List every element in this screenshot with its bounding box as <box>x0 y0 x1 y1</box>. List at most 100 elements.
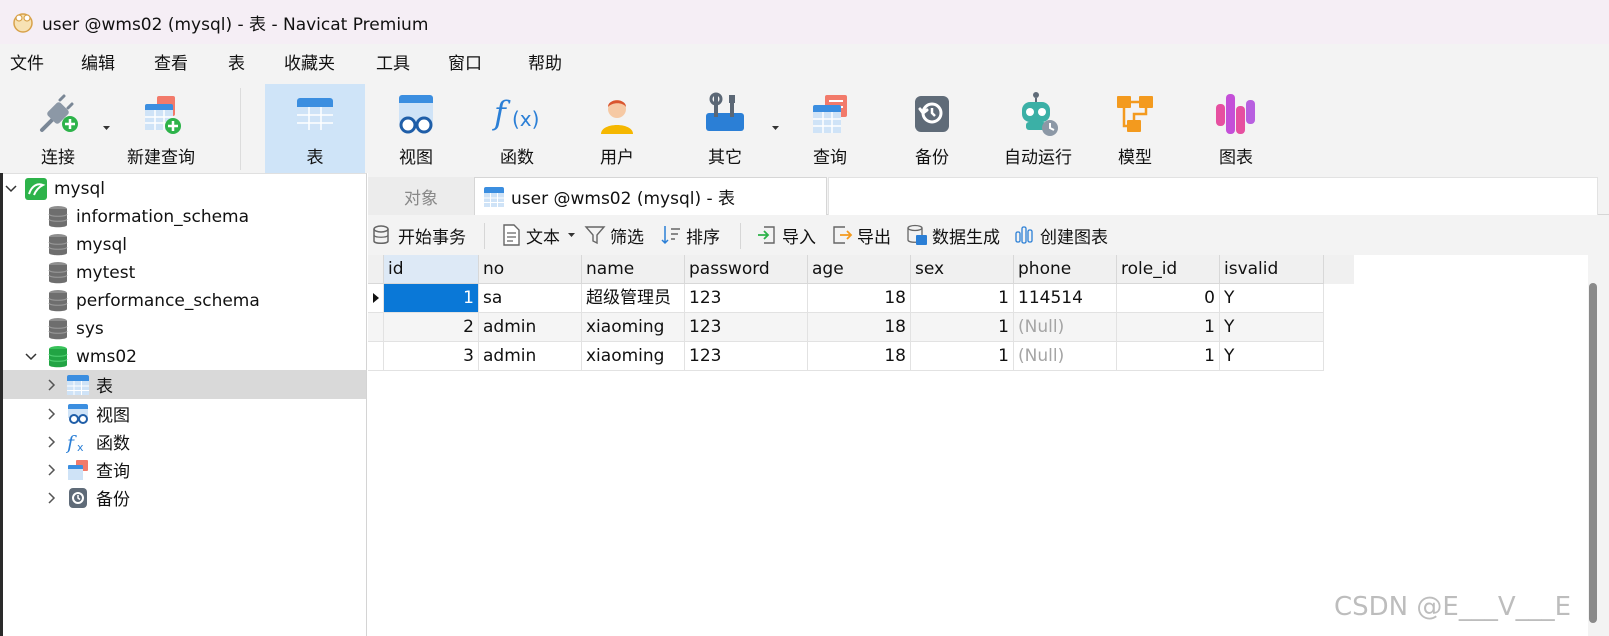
window-title: user @wms02 (mysql) - 表 - Navicat Premiu… <box>42 14 429 35</box>
cell-password[interactable]: 123 <box>685 342 808 371</box>
menu-help[interactable]: 帮助 <box>528 44 562 84</box>
other-button[interactable]: 其它 <box>675 84 775 173</box>
cell-phone[interactable]: (Null) <box>1014 313 1117 342</box>
cell-password[interactable]: 123 <box>685 284 808 313</box>
tree-db-information_schema[interactable]: information_schema <box>0 202 366 231</box>
cell-phone[interactable]: (Null) <box>1014 342 1117 371</box>
tree-connection-mysql[interactable]: mysql <box>0 174 366 203</box>
chevron-right-icon[interactable] <box>44 407 58 421</box>
cell-password[interactable]: 123 <box>685 313 808 342</box>
cell-sex[interactable]: 1 <box>911 342 1014 371</box>
menu-view[interactable]: 查看 <box>154 44 188 84</box>
cell-no[interactable]: admin <box>479 313 582 342</box>
tree-db-wms02[interactable]: wms02 <box>0 342 366 371</box>
chevron-right-icon[interactable] <box>44 378 58 392</box>
cell-id[interactable]: 1 <box>384 284 479 313</box>
cell-role_id[interactable]: 0 <box>1117 284 1220 313</box>
row-indicator <box>368 342 384 371</box>
column-header[interactable]: age <box>808 255 911 284</box>
cell-id[interactable]: 3 <box>384 342 479 371</box>
column-header[interactable]: name <box>582 255 685 284</box>
grid-header-row: id no name password age sex phone role_i… <box>368 255 1354 284</box>
query-button[interactable]: 查询 <box>780 84 880 173</box>
begin-transaction-button[interactable]: 开始事务 <box>372 215 466 255</box>
menu-file[interactable]: 文件 <box>10 44 44 84</box>
chevron-down-icon[interactable] <box>4 182 18 196</box>
menu-edit[interactable]: 编辑 <box>81 44 115 84</box>
other-dropdown-caret-icon[interactable] <box>771 124 780 132</box>
tree-functions-node[interactable]: fx 函数 <box>0 427 366 456</box>
cell-name[interactable]: xiaoming <box>582 342 685 371</box>
chevron-right-icon[interactable] <box>44 463 58 477</box>
cell-age[interactable]: 18 <box>808 284 911 313</box>
tab-objects[interactable]: 对象 <box>368 177 474 215</box>
view-button[interactable]: 视图 <box>366 84 466 173</box>
chevron-right-icon[interactable] <box>44 491 58 505</box>
table-button[interactable]: 表 <box>265 84 365 173</box>
column-header[interactable]: password <box>685 255 808 284</box>
generate-data-button[interactable]: 数据生成 <box>906 215 1000 255</box>
scrollbar-track[interactable] <box>1588 255 1609 636</box>
cell-role_id[interactable]: 1 <box>1117 342 1220 371</box>
menu-favorites[interactable]: 收藏夹 <box>284 44 335 84</box>
filter-button[interactable]: 筛选 <box>584 215 644 255</box>
menu-tools[interactable]: 工具 <box>376 44 410 84</box>
column-header[interactable]: isvalid <box>1220 255 1324 284</box>
database-icon <box>46 317 70 341</box>
column-header[interactable]: no <box>479 255 582 284</box>
cell-no[interactable]: sa <box>479 284 582 313</box>
menu-window[interactable]: 窗口 <box>448 44 482 84</box>
tree-db-mytest[interactable]: mytest <box>0 258 366 287</box>
auto-run-button[interactable]: 自动运行 <box>983 84 1093 173</box>
tree-backups-node[interactable]: 备份 <box>0 483 366 512</box>
tab-user-table[interactable]: user @wms02 (mysql) - 表 <box>474 177 827 215</box>
import-button[interactable]: 导入 <box>756 215 816 255</box>
cell-age[interactable]: 18 <box>808 313 911 342</box>
column-header[interactable]: role_id <box>1117 255 1220 284</box>
export-button[interactable]: 导出 <box>831 215 891 255</box>
tree-tables-node[interactable]: 表 <box>0 370 366 399</box>
tree-db-performance_schema[interactable]: performance_schema <box>0 286 366 315</box>
backup-button[interactable]: 备份 <box>882 84 982 173</box>
cell-isvalid[interactable]: Y <box>1220 313 1324 342</box>
model-button[interactable]: 模型 <box>1085 84 1185 173</box>
cell-isvalid[interactable]: Y <box>1220 284 1324 313</box>
scrollbar-thumb[interactable] <box>1589 283 1597 623</box>
chart-button[interactable]: 图表 <box>1186 84 1286 173</box>
cell-id[interactable]: 2 <box>384 313 479 342</box>
chart-bars-icon <box>1014 224 1036 246</box>
column-header[interactable]: sex <box>911 255 1014 284</box>
column-header[interactable]: phone <box>1014 255 1117 284</box>
column-header[interactable]: id <box>384 255 479 284</box>
cell-sex[interactable]: 1 <box>911 284 1014 313</box>
cell-no[interactable]: admin <box>479 342 582 371</box>
table-row[interactable]: 2 admin xiaoming 123 18 1 (Null) 1 Y <box>368 313 1324 342</box>
tree-db-mysql[interactable]: mysql <box>0 230 366 259</box>
cell-isvalid[interactable]: Y <box>1220 342 1324 371</box>
user-button[interactable]: 用户 <box>567 84 667 173</box>
tree-queries-node[interactable]: 查询 <box>0 455 366 484</box>
tree-views-node[interactable]: 视图 <box>0 399 366 428</box>
cell-age[interactable]: 18 <box>808 342 911 371</box>
vertical-scrollbar[interactable] <box>1548 255 1609 636</box>
text-view-button[interactable]: 文本 <box>500 215 576 255</box>
connect-dropdown-caret-icon[interactable] <box>102 124 111 132</box>
menu-table[interactable]: 表 <box>228 44 245 84</box>
tree-db-sys[interactable]: sys <box>0 314 366 343</box>
new-query-button[interactable]: 新建查询 <box>118 84 204 173</box>
cell-role_id[interactable]: 1 <box>1117 313 1220 342</box>
cell-sex[interactable]: 1 <box>911 313 1014 342</box>
chevron-right-icon[interactable] <box>44 435 58 449</box>
table-row[interactable]: 1 sa 超级管理员 123 18 1 114514 0 Y <box>368 284 1324 313</box>
cell-name[interactable]: 超级管理员 <box>582 284 685 313</box>
chevron-down-icon[interactable] <box>24 350 38 364</box>
cell-name[interactable]: xiaoming <box>582 313 685 342</box>
connect-button[interactable]: 连接 <box>10 84 106 173</box>
cell-phone[interactable]: 114514 <box>1014 284 1117 313</box>
function-button[interactable]: f (x) 函数 <box>467 84 567 173</box>
model-icon <box>1109 88 1161 140</box>
other-label: 其它 <box>708 148 742 168</box>
table-row[interactable]: 3 admin xiaoming 123 18 1 (Null) 1 Y <box>368 342 1324 371</box>
create-chart-button[interactable]: 创建图表 <box>1014 215 1108 255</box>
sort-button[interactable]: 排序 <box>660 215 720 255</box>
